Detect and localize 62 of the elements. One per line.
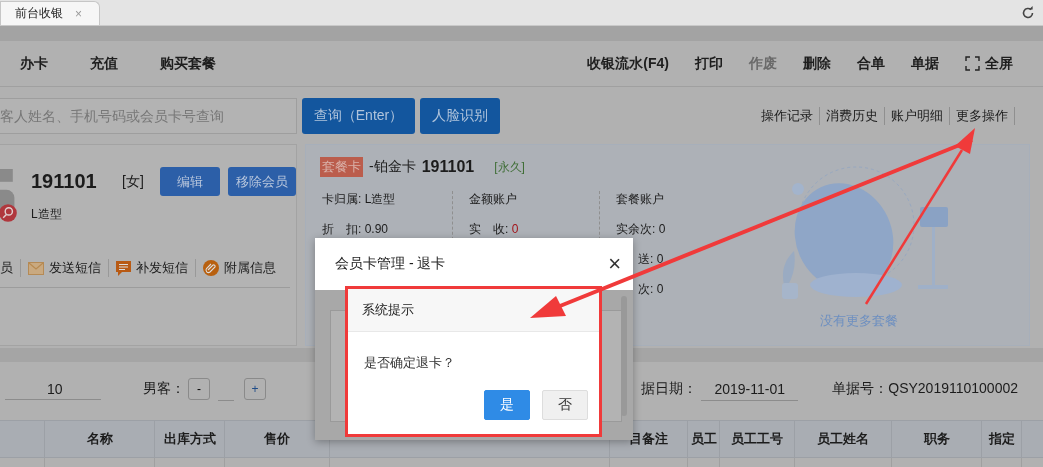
- card-type-badge: 套餐卡: [320, 157, 363, 177]
- toolbar-link[interactable]: 购买套餐: [160, 54, 216, 73]
- toolbar-link[interactable]: 收银流水(F4): [587, 54, 669, 73]
- account-field: 次: 0: [616, 281, 746, 297]
- member-action-link[interactable]: 补发短信: [109, 259, 196, 277]
- account-field: 折 扣: 0.90: [322, 221, 452, 237]
- column-header: 指定: [982, 421, 1022, 457]
- member-gender: [女]: [122, 172, 145, 191]
- browser-tab[interactable]: 前台收银 ×: [0, 1, 100, 25]
- toolbar-link[interactable]: 删除: [803, 54, 831, 73]
- male-guest-label: 男客：: [143, 380, 185, 398]
- member-button[interactable]: 编辑: [160, 167, 220, 196]
- fullscreen-icon: [965, 56, 980, 71]
- member-action-link[interactable]: 发送短信: [21, 259, 109, 277]
- account-field: 金额账户: [469, 191, 599, 207]
- card-number: 191101: [421, 158, 475, 176]
- account-field: 套餐账户: [616, 191, 746, 207]
- member-action-link[interactable]: 员: [0, 259, 21, 277]
- column-header: 员工: [688, 421, 720, 457]
- guest-count-field[interactable]: 10: [5, 378, 101, 400]
- column-header: 名称: [45, 421, 155, 457]
- search-button[interactable]: 查询（Enter）: [302, 97, 415, 134]
- toolbar-link[interactable]: 充值: [90, 54, 118, 73]
- history-link[interactable]: 消费历史: [820, 106, 885, 125]
- history-link[interactable]: 更多操作: [950, 106, 1015, 125]
- date-field[interactable]: 2019-11-01: [701, 377, 799, 401]
- member-store: L造型: [31, 206, 63, 223]
- toolbar-link[interactable]: 合单: [857, 54, 885, 73]
- confirm-button[interactable]: 是: [484, 390, 530, 420]
- card-validity: [永久]: [494, 158, 525, 176]
- message-icon: [116, 260, 131, 276]
- empty-message: 没有更多套餐: [820, 312, 898, 330]
- card-type: -铂金卡: [369, 158, 416, 176]
- dialog-title: 会员卡管理 - 退卡: [335, 255, 446, 273]
- column-header: 出库方式: [155, 421, 225, 457]
- envelope-icon: [28, 261, 44, 275]
- paperclip-icon: [203, 260, 219, 276]
- column-header: 员工姓名: [795, 421, 892, 457]
- date-label: 据日期：: [641, 380, 698, 398]
- confirm-message: 是否确定退卡？: [364, 354, 456, 372]
- member-action-link[interactable]: 附属信息: [196, 259, 283, 277]
- column-header: 员工工号: [720, 421, 795, 457]
- receipt-number: 单据号：QSY2019110100002: [832, 380, 1018, 398]
- decrease-button[interactable]: -: [188, 378, 210, 400]
- confirm-button[interactable]: 否: [542, 390, 588, 420]
- history-link[interactable]: 操作记录: [755, 106, 820, 125]
- toolbar-link[interactable]: 办卡: [20, 54, 48, 73]
- member-number: 191101: [31, 170, 98, 193]
- confirm-title: 系统提示: [362, 301, 414, 319]
- toolbar-link[interactable]: 单据: [911, 54, 939, 73]
- account-field: 实余次: 0: [616, 221, 746, 237]
- member-button[interactable]: 移除会员: [228, 167, 296, 196]
- search-button[interactable]: 人脸识别: [420, 97, 500, 134]
- fullscreen-button[interactable]: 全屏: [965, 54, 1013, 73]
- increase-button[interactable]: +: [244, 378, 266, 400]
- column-header: 职务: [892, 421, 982, 457]
- toolbar-link[interactable]: 打印: [695, 54, 723, 73]
- refresh-icon[interactable]: [1021, 5, 1035, 20]
- account-field: 实 收: 0: [469, 221, 599, 237]
- account-field: 卡归属: L造型: [322, 191, 452, 207]
- tab-title: 前台收银: [15, 5, 63, 22]
- history-link[interactable]: 账户明细: [885, 106, 950, 125]
